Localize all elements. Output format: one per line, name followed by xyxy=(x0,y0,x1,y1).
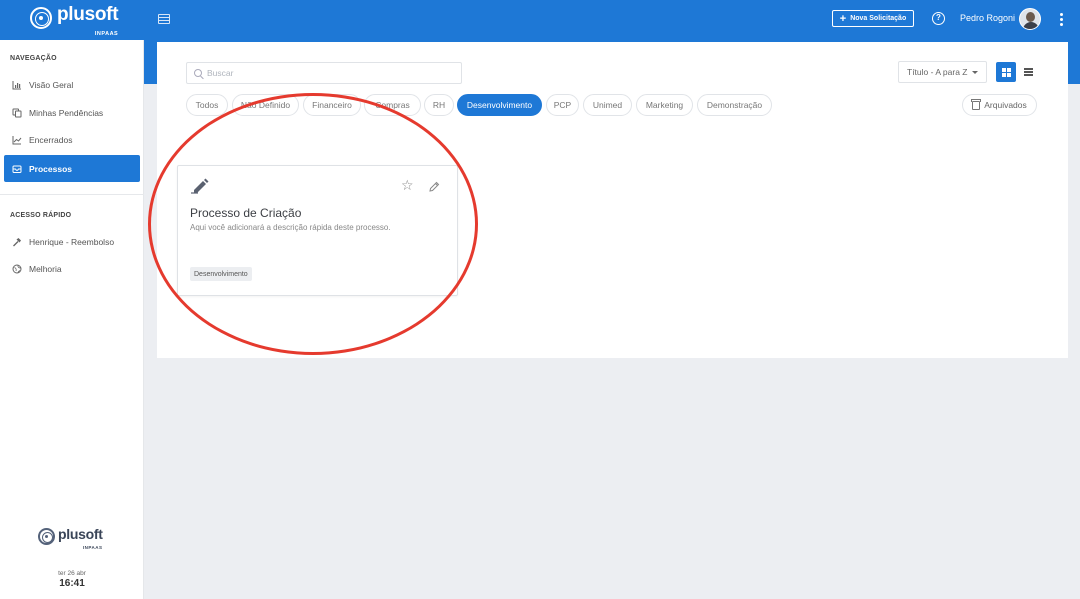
hammer-icon xyxy=(12,237,22,247)
card-title: Processo de Criação xyxy=(190,206,302,220)
sidebar-item-label: Visão Geral xyxy=(29,79,74,90)
footer-brand-name: plusoft xyxy=(58,526,103,542)
filter-chip-unimed[interactable]: Unimed xyxy=(583,94,632,116)
grid-view-button[interactable] xyxy=(996,62,1016,82)
app-logo[interactable]: plusoft INPAAS xyxy=(30,4,119,37)
plus-icon: + xyxy=(839,12,847,25)
footer-brand-sub: INPAAS xyxy=(82,545,103,550)
star-icon[interactable]: ☆ xyxy=(401,178,414,192)
process-card[interactable]: ☆ Processo de Criação Aqui você adiciona… xyxy=(177,165,458,296)
sidebar-item-henrique-reembolso[interactable]: Henrique - Reembolso xyxy=(4,228,140,255)
sidebar-item-melhoria[interactable]: Melhoria xyxy=(4,255,140,282)
filter-chip-compras[interactable]: Compras xyxy=(364,94,421,116)
sidebar-divider xyxy=(0,194,144,195)
help-icon[interactable]: ? xyxy=(932,12,945,25)
archive-icon xyxy=(971,98,982,110)
sidebar-item-label: Processos xyxy=(29,163,72,174)
quick-access-title: ACESSO RÁPIDO xyxy=(10,212,72,219)
card-description: Aqui você adicionará a descrição rápida … xyxy=(190,223,391,232)
edit-pencil-icon[interactable] xyxy=(428,180,440,192)
archived-button[interactable]: Arquivados xyxy=(962,94,1037,116)
list-view-icon[interactable] xyxy=(1024,68,1033,76)
sidebar-item-minhas-pendencias[interactable]: Minhas Pendências xyxy=(4,99,140,126)
sidebar-item-encerrados[interactable]: Encerrados xyxy=(4,126,140,153)
sidebar-item-visao-geral[interactable]: Visão Geral xyxy=(4,71,140,98)
filter-chip-nao-definido[interactable]: Não Definido xyxy=(232,94,299,116)
copy-icon xyxy=(12,108,22,118)
sidebar: NAVEGAÇÃO Visão Geral Minhas Pendências … xyxy=(0,40,144,599)
nav-section-title: NAVEGAÇÃO xyxy=(10,55,57,62)
brand-name: plusoft xyxy=(57,4,119,25)
filter-chip-todos[interactable]: Todos xyxy=(186,94,228,116)
pen-icon xyxy=(190,178,210,194)
caret-down-icon xyxy=(972,70,979,74)
sidebar-item-processos[interactable]: Processos xyxy=(4,155,140,182)
avatar[interactable] xyxy=(1019,8,1041,30)
filter-chip-rh[interactable]: RH xyxy=(424,94,454,116)
filter-chip-marketing[interactable]: Marketing xyxy=(636,94,693,116)
search-icon xyxy=(194,69,202,77)
menu-toggle-icon[interactable] xyxy=(158,14,170,24)
search-placeholder: Buscar xyxy=(207,68,234,78)
archived-label: Arquivados xyxy=(984,100,1027,110)
sort-select[interactable]: Título - A para Z xyxy=(898,61,987,83)
new-request-button[interactable]: + Nova Solicitação xyxy=(832,10,914,27)
line-chart-icon xyxy=(12,135,22,145)
new-request-label: Nova Solicitação xyxy=(850,15,907,22)
filter-chip-pcp[interactable]: PCP xyxy=(546,94,579,116)
filter-chip-desenvolvimento[interactable]: Desenvolvimento xyxy=(457,94,542,116)
more-options-icon[interactable] xyxy=(1060,13,1063,26)
sort-label: Título - A para Z xyxy=(907,67,968,77)
card-category-tag: Desenvolvimento xyxy=(190,267,252,281)
bar-chart-icon xyxy=(12,80,22,90)
search-input[interactable]: Buscar xyxy=(186,62,462,84)
sidebar-item-label: Minhas Pendências xyxy=(29,107,104,118)
top-bar: plusoft INPAAS + Nova Solicitação ? Pedr… xyxy=(0,0,1080,40)
globe-icon xyxy=(12,264,22,274)
user-name[interactable]: Pedro Rogoni xyxy=(960,13,1015,23)
date-text: ter 26 abr xyxy=(58,570,86,577)
filter-chip-demonstracao[interactable]: Demonstração xyxy=(697,94,772,116)
filter-chip-financeiro[interactable]: Financeiro xyxy=(303,94,361,116)
sidebar-item-label: Henrique - Reembolso xyxy=(29,236,115,247)
sidebar-item-label: Melhoria xyxy=(29,263,62,274)
footer-logo: plusoft INPAAS xyxy=(38,526,103,550)
sidebar-item-label: Encerrados xyxy=(29,134,73,145)
fingerprint-logo-icon xyxy=(30,7,52,29)
clock-time: 16:41 xyxy=(59,578,85,589)
inbox-icon xyxy=(12,164,22,174)
fingerprint-logo-icon xyxy=(38,528,55,545)
